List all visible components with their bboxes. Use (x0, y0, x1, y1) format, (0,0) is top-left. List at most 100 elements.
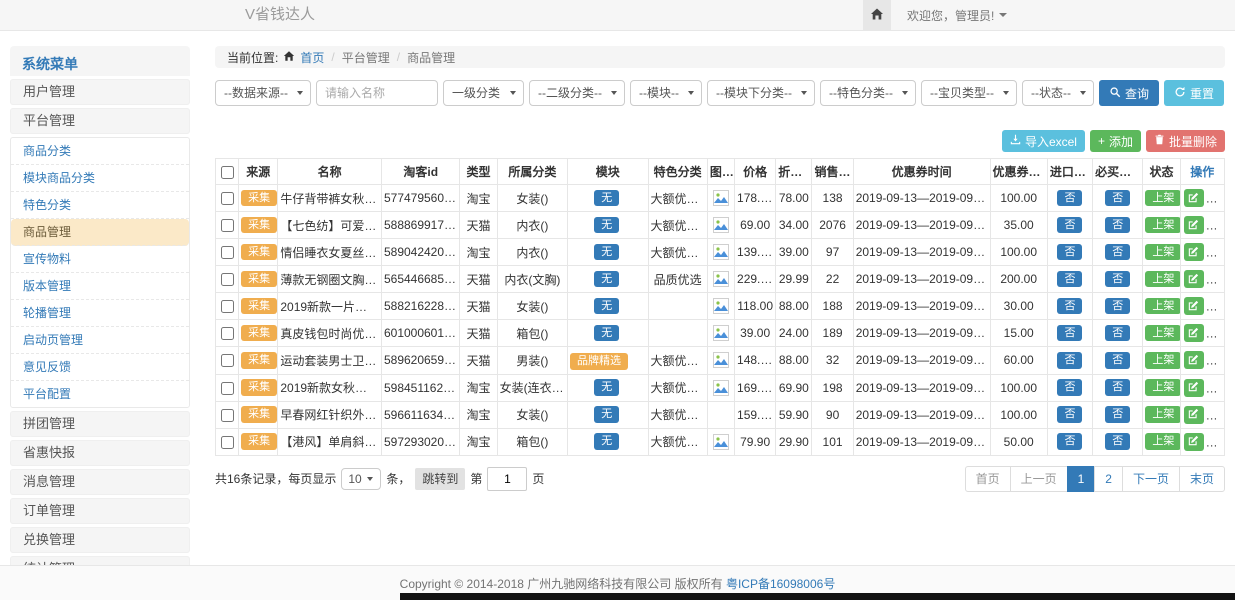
must-buy-badge[interactable]: 否 (1105, 352, 1130, 369)
sidebar-subitem[interactable]: 启动页管理 (11, 327, 189, 354)
row-checkbox[interactable] (221, 327, 234, 340)
filter-select[interactable]: --模块-- (630, 80, 702, 106)
jump-button[interactable]: 跳转到 (415, 468, 465, 490)
row-checkbox[interactable] (221, 436, 234, 449)
edit-button[interactable] (1184, 351, 1204, 369)
reset-button[interactable]: 重置 (1164, 80, 1224, 106)
edit-button[interactable] (1184, 270, 1204, 288)
row-checkbox[interactable] (221, 354, 234, 367)
sidebar-item[interactable]: 用户管理 (10, 79, 190, 105)
import-optional-badge[interactable]: 否 (1057, 298, 1082, 315)
import-optional-badge[interactable]: 否 (1057, 271, 1082, 288)
row-checkbox[interactable] (221, 273, 234, 286)
row-checkbox[interactable] (221, 300, 234, 313)
edit-button[interactable] (1184, 189, 1204, 207)
must-buy-badge[interactable]: 否 (1105, 406, 1130, 423)
page-button[interactable]: 末页 (1179, 466, 1225, 492)
edit-button[interactable] (1184, 297, 1204, 315)
sidebar-subitem[interactable]: 模块商品分类 (11, 165, 189, 192)
status-badge[interactable]: 上架 (1145, 190, 1180, 207)
must-buy-badge[interactable]: 否 (1105, 298, 1130, 315)
page-button[interactable]: 2 (1094, 466, 1123, 492)
row-checkbox[interactable] (221, 382, 234, 395)
must-buy-badge[interactable]: 否 (1105, 217, 1130, 234)
import-excel-button[interactable]: 导入excel (1002, 130, 1085, 152)
sidebar-item[interactable]: 统计管理 (10, 556, 190, 565)
sidebar-subitem[interactable]: 商品分类 (11, 138, 189, 165)
must-buy-badge[interactable]: 否 (1105, 271, 1130, 288)
sidebar-item[interactable]: 订单管理 (10, 498, 190, 524)
must-buy-badge[interactable]: 否 (1105, 433, 1130, 450)
row-checkbox[interactable] (221, 246, 234, 259)
status-badge[interactable]: 上架 (1145, 217, 1180, 234)
must-buy-badge[interactable]: 否 (1105, 244, 1130, 261)
import-optional-badge[interactable]: 否 (1057, 352, 1082, 369)
breadcrumb-home-link[interactable]: 首页 (300, 49, 324, 66)
sidebar-subitem[interactable]: 特色分类 (11, 192, 189, 219)
sidebar-subitem[interactable]: 宣传物料 (11, 246, 189, 273)
row-checkbox[interactable] (221, 192, 234, 205)
name-search-input[interactable] (316, 80, 438, 106)
page-button[interactable]: 下一页 (1122, 466, 1180, 492)
must-buy-badge[interactable]: 否 (1105, 190, 1130, 207)
add-button[interactable]: + 添加 (1090, 130, 1141, 152)
filter-select[interactable]: --特色分类-- (820, 80, 916, 106)
sidebar-subitem[interactable]: 轮播管理 (11, 300, 189, 327)
page-button[interactable]: 上一页 (1010, 466, 1068, 492)
status-badge[interactable]: 上架 (1145, 271, 1180, 288)
select-all-checkbox[interactable] (221, 166, 234, 179)
edit-button[interactable] (1184, 243, 1204, 261)
must-buy-badge[interactable]: 否 (1105, 379, 1130, 396)
filter-select[interactable]: --状态-- (1022, 80, 1094, 106)
page-button[interactable]: 1 (1067, 466, 1096, 492)
import-optional-badge[interactable]: 否 (1057, 244, 1082, 261)
page-number-input[interactable] (487, 467, 527, 491)
sidebar-subitem[interactable]: 商品管理 (11, 219, 189, 246)
edit-button[interactable] (1184, 379, 1204, 397)
filter-select[interactable]: --二级分类-- (529, 80, 625, 106)
import-optional-badge[interactable]: 否 (1057, 406, 1082, 423)
row-checkbox[interactable] (221, 409, 234, 422)
sidebar-item[interactable]: 省惠快报 (10, 440, 190, 466)
query-button[interactable]: 查询 (1099, 80, 1159, 106)
sidebar-subitem[interactable]: 版本管理 (11, 273, 189, 300)
edit-button[interactable] (1184, 406, 1204, 424)
user-menu[interactable]: 欢迎您，管理员! (907, 7, 1007, 24)
sidebar-item[interactable]: 拼团管理 (10, 411, 190, 437)
status-badge[interactable]: 上架 (1145, 352, 1180, 369)
sidebar-subitem[interactable]: 平台配置 (11, 381, 189, 407)
status-badge[interactable]: 上架 (1145, 298, 1180, 315)
status-badge[interactable]: 上架 (1145, 406, 1180, 423)
edit-button[interactable] (1184, 433, 1204, 451)
sidebar-item[interactable]: 兑换管理 (10, 527, 190, 553)
import-optional-badge[interactable]: 否 (1057, 433, 1082, 450)
import-optional-badge[interactable]: 否 (1057, 379, 1082, 396)
edit-button[interactable] (1184, 324, 1204, 342)
discount-price: 59.90 (776, 401, 812, 428)
sidebar-item[interactable]: 消息管理 (10, 469, 190, 495)
import-optional-badge[interactable]: 否 (1057, 325, 1082, 342)
import-optional-badge[interactable]: 否 (1057, 217, 1082, 234)
batch-delete-button[interactable]: 批量删除 (1146, 130, 1225, 152)
filter-select[interactable]: 一级分类 (443, 80, 524, 106)
coupon-amount: 100.00 (990, 239, 1047, 266)
status-badge[interactable]: 上架 (1145, 325, 1180, 342)
home-button[interactable] (863, 0, 891, 30)
status-badge[interactable]: 上架 (1145, 244, 1180, 261)
data-source-select[interactable]: --数据来源-- (215, 80, 311, 106)
edit-button[interactable] (1184, 216, 1204, 234)
filter-select[interactable]: --宝贝类型-- (921, 80, 1017, 106)
row-checkbox[interactable] (221, 219, 234, 232)
must-buy-badge[interactable]: 否 (1105, 325, 1130, 342)
icp-link[interactable]: 粤ICP备16098006号 (726, 575, 835, 592)
page-button[interactable]: 首页 (965, 466, 1011, 492)
column-header: 销售数量 (812, 159, 853, 185)
sidebar-subitem[interactable]: 意见反馈 (11, 354, 189, 381)
price: 148.00 (735, 347, 776, 375)
per-page-select[interactable]: 10 (341, 468, 381, 490)
status-badge[interactable]: 上架 (1145, 433, 1180, 450)
filter-select[interactable]: --模块下分类-- (707, 80, 815, 106)
status-badge[interactable]: 上架 (1145, 379, 1180, 396)
import-optional-badge[interactable]: 否 (1057, 190, 1082, 207)
sidebar-item[interactable]: 平台管理 (10, 108, 190, 134)
